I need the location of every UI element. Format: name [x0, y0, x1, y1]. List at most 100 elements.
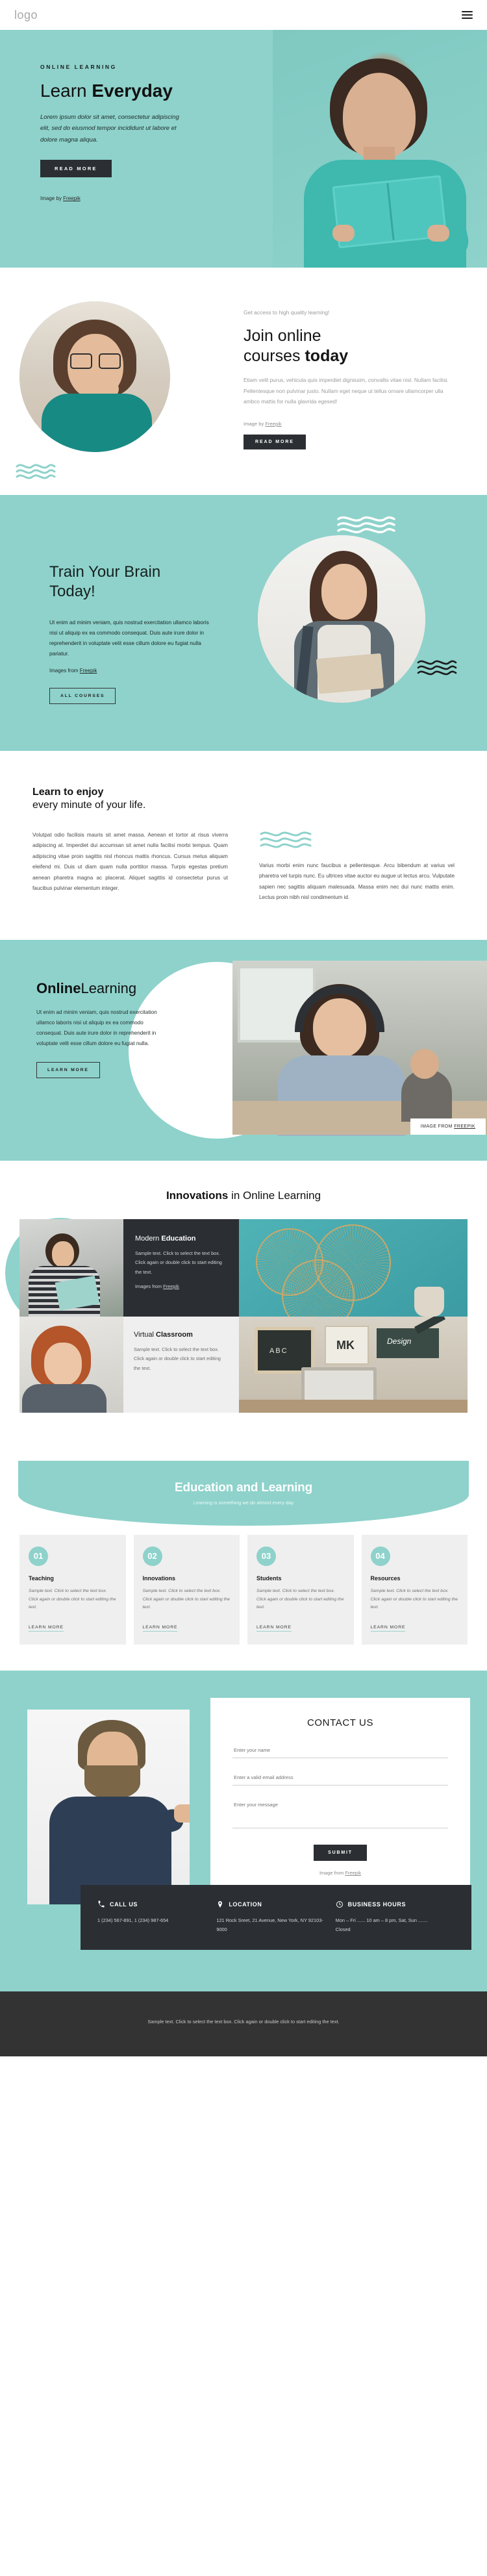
- train-visual: [244, 516, 487, 718]
- ol-credit-prefix: IMAGE FROM: [420, 1124, 455, 1129]
- online-learning-description: Ut enim ad minim veniam, quis nostrud ex…: [36, 1009, 157, 1046]
- hero-credit-link[interactable]: Freepik: [63, 196, 81, 201]
- education-card-learn-more-link[interactable]: LEARN MORE: [256, 1625, 292, 1632]
- wave-decoration-icon: [336, 514, 396, 537]
- contact-title: CONTACT US: [306, 1717, 374, 1729]
- train-title-line2: Today!: [49, 582, 95, 600]
- education-card-title: Teaching: [29, 1574, 54, 1582]
- contact-image-man-pointing: [27, 1710, 190, 1905]
- card-modern-education: Modern Education Sample text. Click to s…: [123, 1219, 239, 1317]
- modern-education-credit: Images from Freepik: [135, 1283, 227, 1289]
- contact-info-hours: BUSINESS HOURS Mon – Fri ...... 10 am – …: [336, 1900, 455, 1934]
- glasses-icon: [70, 353, 121, 369]
- logo[interactable]: logo: [14, 8, 38, 22]
- hamburger-icon[interactable]: [462, 9, 473, 21]
- phone-icon: [98, 1900, 105, 1908]
- clock-icon: [336, 1901, 343, 1908]
- hero-hand-right: [427, 225, 449, 242]
- hero-title: Learn Everyday: [40, 81, 214, 101]
- wave-decoration-icon: [259, 830, 455, 852]
- online-learning-image-credit: IMAGE FROM FREEPIK: [410, 1118, 486, 1135]
- hero-hand-left: [332, 225, 355, 242]
- contact-info-call: CALL US 1 (234) 567-891, 1 (234) 987-654: [97, 1900, 216, 1934]
- join-read-more-button[interactable]: READ MORE: [244, 434, 306, 449]
- all-courses-button[interactable]: ALL COURSES: [49, 688, 116, 705]
- me-title-light: Modern: [135, 1234, 162, 1243]
- education-cards: 01 Teaching Sample text. Click to select…: [0, 1526, 487, 1671]
- join-content: Get access to high quality learning! Joi…: [244, 299, 487, 461]
- join-body: [42, 394, 152, 452]
- education-card: 03 Students Sample text. Click to select…: [247, 1534, 354, 1645]
- submit-button[interactable]: SUBMIT: [314, 1845, 367, 1862]
- contact-credit-link[interactable]: Freepik: [345, 1870, 361, 1876]
- contact-info-hours-label: BUSINESS HOURS: [347, 1901, 406, 1908]
- enjoy-heading-bold: Learn to enjoy: [32, 787, 104, 798]
- portrait-face: [44, 1342, 82, 1385]
- join-credit-link[interactable]: Freepik: [265, 421, 281, 427]
- education-card-title: Students: [256, 1574, 282, 1582]
- photo-desk-workspace: [239, 1316, 468, 1413]
- enjoy-right-paragraph: Varius morbi enim nunc faucibus a pellen…: [259, 863, 455, 901]
- email-field[interactable]: [232, 1770, 448, 1786]
- me-credit-prefix: Images from: [135, 1283, 164, 1289]
- design-poster-decor: [377, 1328, 439, 1358]
- name-field[interactable]: [232, 1743, 448, 1759]
- train-credit-link[interactable]: Freepik: [80, 668, 97, 674]
- online-learning-title: OnlineLearning: [36, 980, 160, 997]
- ol-child-head: [410, 1048, 439, 1079]
- hero-title-light: Learn: [40, 81, 92, 101]
- photo-bicycle-wheels-wall: [239, 1219, 468, 1317]
- education-card-learn-more-link[interactable]: LEARN MORE: [370, 1625, 406, 1632]
- train-description: Ut enim ad minim veniam, quis nostrud ex…: [49, 618, 209, 657]
- innovations-title-bold: Innovations: [166, 1189, 229, 1202]
- site-header: logo: [0, 0, 487, 30]
- contact-visual: [16, 1693, 210, 1907]
- vc-title-light: Virtual: [134, 1330, 156, 1339]
- join-title-line2-bold: today: [305, 346, 349, 365]
- online-learning-image: [232, 960, 487, 1136]
- education-card-text: Sample text. Click to select the text bo…: [142, 1588, 231, 1610]
- online-learning-section: OnlineLearning Ut enim ad minim veniam, …: [0, 939, 487, 1161]
- education-banner-subtitle: Learning is something we do almost every…: [193, 1499, 294, 1506]
- hero-read-more-button[interactable]: READ MORE: [40, 160, 112, 178]
- ol-title-bold: Online: [36, 979, 81, 996]
- join-courses-section: Get access to high quality learning! Joi…: [0, 268, 487, 495]
- hero-title-bold: Everyday: [92, 81, 173, 101]
- join-title-line2-light: courses: [244, 346, 305, 365]
- train-brain-section: Train Your Brain Today! Ut enim ad minim …: [0, 495, 487, 751]
- contact-info-location: LOCATION 121 Rock Sreet, 21 Avenue, New …: [216, 1900, 335, 1934]
- education-card-learn-more-link[interactable]: LEARN MORE: [142, 1625, 178, 1632]
- ol-credit-link[interactable]: FREEPIK: [454, 1124, 475, 1129]
- online-learning-learn-more-button[interactable]: LEARN MORE: [36, 1061, 100, 1078]
- contact-form: CONTACT US SUBMIT Image from Freepik: [210, 1698, 470, 1908]
- portrait-body: [22, 1383, 106, 1413]
- train-book: [316, 653, 384, 694]
- hero-section: ONLINE LEARNING Learn Everyday Lorem ips…: [0, 30, 487, 268]
- footer-text: Sample text. Click to select the text bo…: [147, 2018, 340, 2025]
- education-banner-title: Education and Learning: [174, 1480, 312, 1495]
- me-title-bold: Education: [161, 1234, 196, 1243]
- message-field[interactable]: [232, 1797, 448, 1829]
- me-credit-link[interactable]: Freepik: [163, 1283, 179, 1289]
- card-number-badge: 04: [370, 1546, 390, 1566]
- education-card-text: Sample text. Click to select the text bo…: [256, 1588, 344, 1610]
- contact-info-location-label: LOCATION: [229, 1901, 262, 1908]
- mk-poster-decor: [325, 1325, 369, 1365]
- education-card: 04 Resources Sample text. Click to selec…: [361, 1534, 468, 1645]
- hero-eyebrow: ONLINE LEARNING: [40, 64, 117, 70]
- join-title: Join online courses today: [244, 326, 451, 366]
- card-virtual-classroom: Virtual Classroom Sample text. Click to …: [123, 1316, 239, 1413]
- hero-credit-prefix: Image by: [40, 196, 64, 202]
- hero-description: Lorem ipsum dolor sit amet, consectetur …: [40, 113, 179, 144]
- site-footer: Sample text. Click to select the text bo…: [0, 1991, 487, 2056]
- sofa-girl-face: [52, 1241, 74, 1267]
- hero-image-woman-reading: [273, 30, 487, 268]
- online-learning-content: OnlineLearning Ut enim ad minim veniam, …: [0, 940, 221, 1161]
- train-content: Train Your Brain Today! Ut enim ad minim …: [0, 524, 244, 718]
- education-card-text: Sample text. Click to select the text bo…: [29, 1588, 116, 1610]
- chalkboard-decor: [255, 1326, 314, 1374]
- landing-page: logo ONLINE LEARNING Learn Everyday Lore…: [0, 0, 487, 2056]
- education-card-learn-more-link[interactable]: LEARN MORE: [29, 1625, 64, 1632]
- train-image-credit: Images from Freepik: [49, 668, 244, 674]
- modern-education-title: Modern Education: [135, 1235, 227, 1243]
